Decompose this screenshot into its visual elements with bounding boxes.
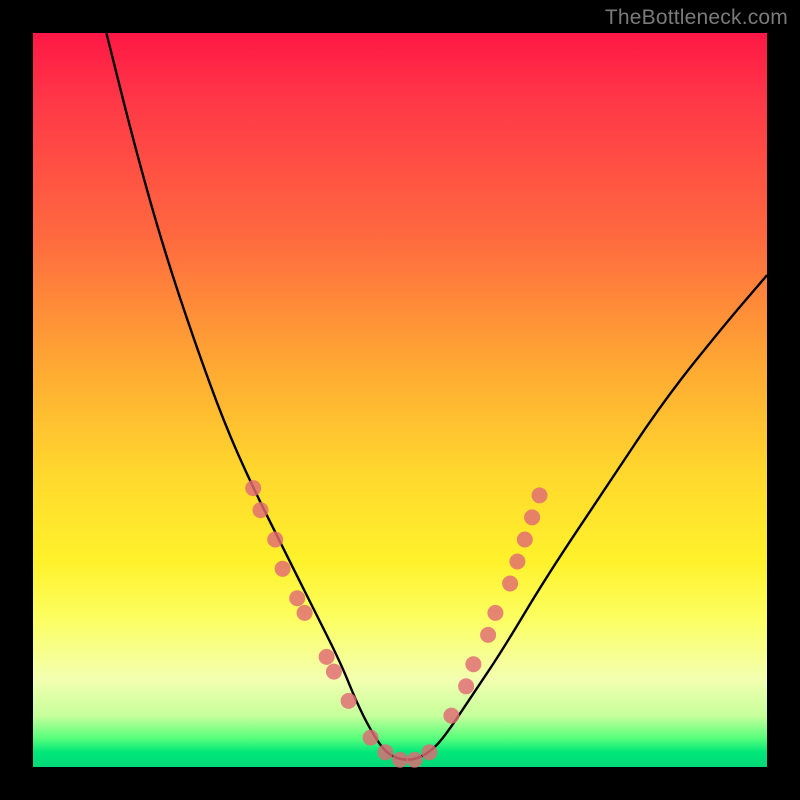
data-point [319, 649, 335, 665]
bottleneck-curve [106, 33, 767, 760]
data-point [253, 502, 269, 518]
data-point [532, 487, 548, 503]
data-point [421, 744, 437, 760]
data-point [407, 752, 423, 768]
data-point [443, 708, 459, 724]
plot-area [33, 33, 767, 767]
data-point [275, 561, 291, 577]
data-point [392, 752, 408, 768]
data-point [524, 509, 540, 525]
data-point [245, 480, 261, 496]
data-point [341, 693, 357, 709]
data-point [377, 744, 393, 760]
data-point [363, 730, 379, 746]
data-point [326, 664, 342, 680]
curve-layer [33, 33, 767, 767]
chart-frame: TheBottleneck.com [0, 0, 800, 800]
data-point [487, 605, 503, 621]
watermark-text: TheBottleneck.com [605, 6, 788, 30]
data-point [297, 605, 313, 621]
data-point [465, 656, 481, 672]
data-point [509, 554, 525, 570]
data-point [480, 627, 496, 643]
data-point [458, 678, 474, 694]
data-point [289, 590, 305, 606]
data-point [517, 532, 533, 548]
data-point [267, 532, 283, 548]
data-point [502, 576, 518, 592]
